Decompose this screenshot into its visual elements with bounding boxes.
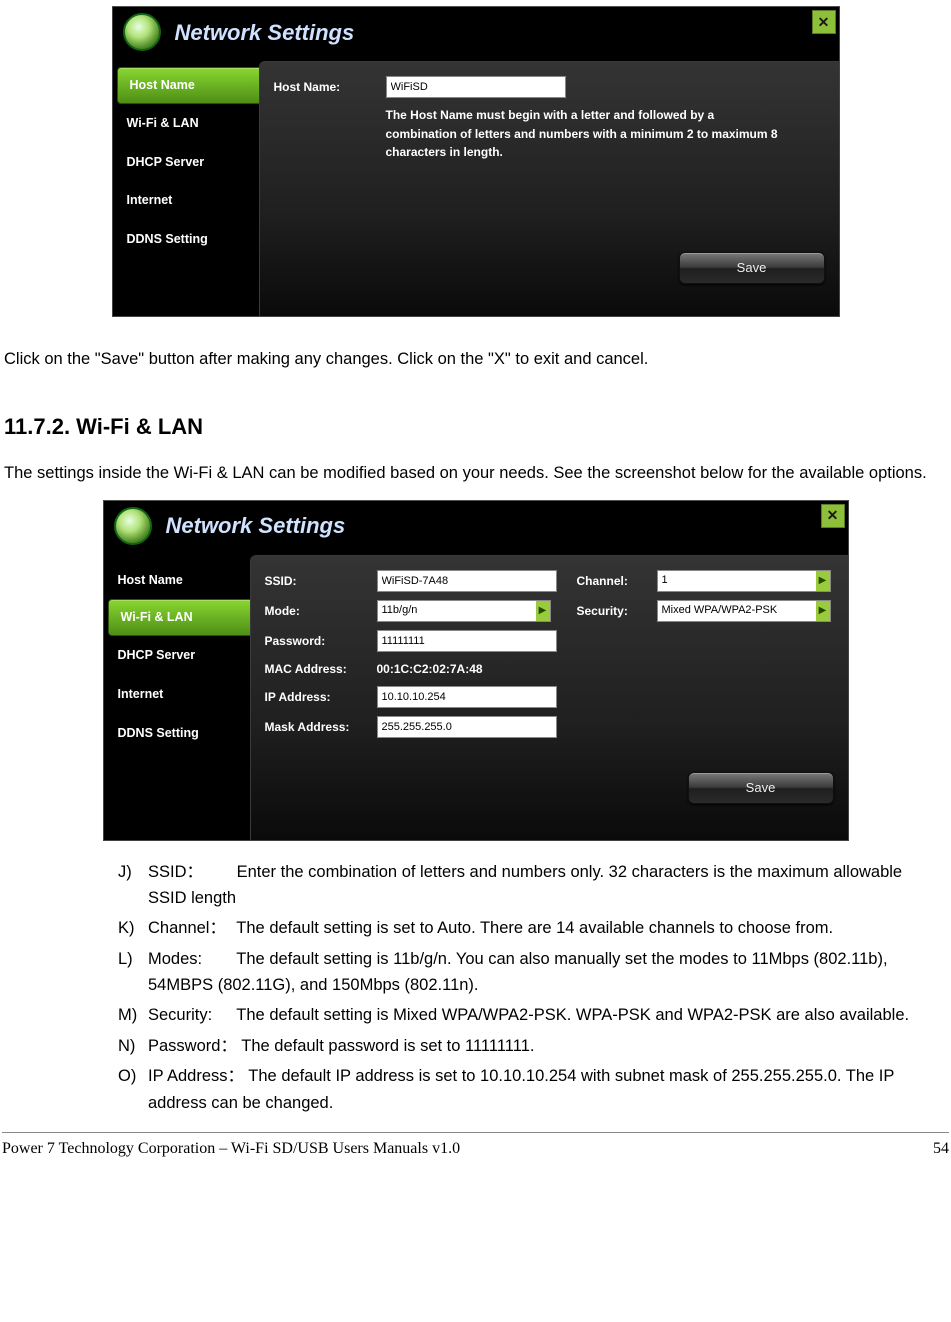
close-icon[interactable]: ✕ — [812, 10, 836, 34]
list-item: N)Password： The default password is set … — [118, 1033, 943, 1059]
sidebar-item-ddns[interactable]: DDNS Setting — [113, 220, 259, 259]
section-heading: 11.7.2. Wi-Fi & LAN — [4, 410, 951, 443]
security-label: Security: — [577, 602, 657, 620]
dialog-titlebar: Network Settings ✕ — [104, 501, 848, 555]
sidebar-item-wifi-lan[interactable]: Wi-Fi & LAN — [113, 104, 259, 143]
mode-value: 11b/g/n — [382, 602, 418, 619]
hostname-label: Host Name: — [274, 78, 386, 96]
password-label: Password: — [265, 632, 377, 650]
channel-value: 1 — [662, 572, 668, 589]
list-item: O)IP Address： The default IP address is … — [118, 1063, 943, 1116]
dialog-title: Network Settings — [175, 16, 355, 49]
sidebar-item-wifi-lan[interactable]: Wi-Fi & LAN — [108, 599, 251, 636]
save-button[interactable]: Save — [679, 252, 825, 284]
network-icon — [114, 507, 152, 545]
password-input[interactable] — [377, 630, 557, 652]
panel-wifi-lan: SSID: Mode: 11b/g/n ▶ — [250, 555, 848, 840]
paragraph-2: The settings inside the Wi-Fi & LAN can … — [4, 461, 947, 486]
ssid-label: SSID: — [265, 572, 377, 590]
mode-label: Mode: — [265, 602, 377, 620]
sidebar-item-internet[interactable]: Internet — [113, 181, 259, 220]
ssid-input[interactable] — [377, 570, 557, 592]
mode-select[interactable]: 11b/g/n ▶ — [377, 600, 551, 622]
channel-label: Channel: — [577, 572, 657, 590]
list-item: K)Channel： The default setting is set to… — [118, 915, 943, 941]
mac-value: 00:1C:C2:02:7A:48 — [377, 660, 483, 678]
dialog-titlebar: Network Settings ✕ — [113, 7, 839, 61]
dialog-title: Network Settings — [166, 509, 346, 542]
chevron-right-icon: ▶ — [536, 601, 550, 621]
ip-input[interactable] — [377, 686, 557, 708]
list-item: J)SSID： Enter the combination of letters… — [118, 859, 943, 912]
hostname-note: The Host Name must begin with a letter a… — [386, 106, 786, 162]
sidebar-item-internet[interactable]: Internet — [104, 675, 250, 714]
page-number: 54 — [933, 1137, 949, 1161]
sidebar: Host Name Wi-Fi & LAN DHCP Server Intern… — [113, 61, 259, 316]
close-icon[interactable]: ✕ — [821, 504, 845, 528]
paragraph-1: Click on the "Save" button after making … — [4, 347, 947, 372]
sidebar: Host Name Wi-Fi & LAN DHCP Server Intern… — [104, 555, 250, 840]
mac-label: MAC Address: — [265, 660, 377, 678]
sidebar-item-dhcp[interactable]: DHCP Server — [104, 636, 250, 675]
mask-input[interactable] — [377, 716, 557, 738]
ip-label: IP Address: — [265, 688, 377, 706]
screenshot-hostname: Network Settings ✕ Host Name Wi-Fi & LAN… — [112, 6, 840, 317]
footer-text: Power 7 Technology Corporation – Wi-Fi S… — [2, 1137, 460, 1161]
network-icon — [123, 13, 161, 51]
list-item: L)Modes: The default setting is 11b/g/n.… — [118, 946, 943, 999]
mask-label: Mask Address: — [265, 718, 377, 736]
page-footer: Power 7 Technology Corporation – Wi-Fi S… — [2, 1132, 949, 1161]
sidebar-item-ddns[interactable]: DDNS Setting — [104, 714, 250, 753]
hostname-input[interactable] — [386, 76, 566, 98]
sidebar-item-hostname[interactable]: Host Name — [117, 67, 260, 104]
sidebar-item-dhcp[interactable]: DHCP Server — [113, 143, 259, 182]
list-item: M)Security: The default setting is Mixed… — [118, 1002, 943, 1028]
panel-hostname: Host Name: The Host Name must begin with… — [259, 61, 839, 316]
channel-select[interactable]: 1 ▶ — [657, 570, 831, 592]
chevron-right-icon: ▶ — [816, 571, 830, 591]
sidebar-item-hostname[interactable]: Host Name — [104, 561, 250, 600]
security-value: Mixed WPA/WPA2-PSK — [662, 602, 778, 619]
save-button[interactable]: Save — [688, 772, 834, 804]
security-select[interactable]: Mixed WPA/WPA2-PSK ▶ — [657, 600, 831, 622]
chevron-right-icon: ▶ — [816, 601, 830, 621]
options-list: J)SSID： Enter the combination of letters… — [118, 859, 943, 1117]
screenshot-wifi-lan: Network Settings ✕ Host Name Wi-Fi & LAN… — [103, 500, 849, 841]
